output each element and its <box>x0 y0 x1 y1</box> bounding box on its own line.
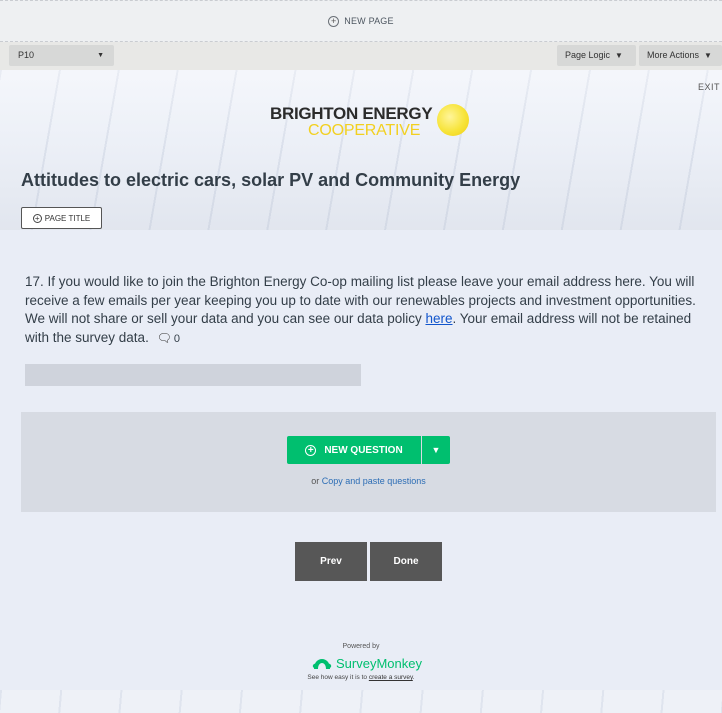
comment-count: 0 <box>173 332 180 345</box>
trailing-period: . <box>412 674 415 681</box>
comment-icon[interactable]: 🗨 <box>157 331 172 345</box>
see-how-easy-text: See how easy it is to create a survey. <box>0 674 722 681</box>
logo-line-2: COOPERATIVE <box>308 122 421 139</box>
new-question-panel: + NEW QUESTION ▼ or Copy and paste quest… <box>21 412 716 512</box>
page-title-label: PAGE TITLE <box>44 213 91 223</box>
caret-down-icon: ▼ <box>431 445 441 455</box>
new-page-bar[interactable]: + NEW PAGE <box>0 0 722 42</box>
copy-paste-link[interactable]: Copy and paste questions <box>322 476 426 486</box>
caret-down-icon: ▼ <box>704 51 712 60</box>
survey-title[interactable]: Attitudes to electric cars, solar PV and… <box>21 170 520 191</box>
page-select-value: P10 <box>18 50 35 60</box>
powered-by-text: Powered by <box>342 643 380 650</box>
see-easy-label: See how easy it is to <box>307 674 368 681</box>
page-logic-button[interactable]: Page Logic ▼ <box>557 45 636 66</box>
done-button[interactable]: Done <box>370 542 442 581</box>
caret-down-icon: ▼ <box>97 52 104 59</box>
page-select[interactable]: P10 ▼ <box>9 45 114 66</box>
background-strip <box>0 690 722 713</box>
surveymonkey-logo[interactable]: SurveyMonkey <box>312 654 422 672</box>
create-survey-link[interactable]: create a survey <box>369 674 413 681</box>
question-text[interactable]: 17. If you would like to join the Bright… <box>25 273 715 348</box>
plus-circle-icon: + <box>328 15 340 27</box>
caret-down-icon: ▼ <box>615 51 623 60</box>
new-question-label: NEW QUESTION <box>324 444 403 456</box>
plus-circle-icon: + <box>32 213 42 223</box>
page-toolbar: P10 ▼ Page Logic ▼ More Actions ▼ <box>0 42 722 70</box>
new-question-dropdown-button[interactable]: ▼ <box>422 436 450 464</box>
plus-circle-icon: + <box>305 444 317 456</box>
email-field[interactable] <box>25 364 361 386</box>
brighton-energy-logo: BRIGHTON ENERGY COOPERATIVE <box>270 104 480 144</box>
or-text: or <box>311 476 320 486</box>
data-policy-link[interactable]: here <box>425 311 452 326</box>
page-title-button[interactable]: + PAGE TITLE <box>21 207 102 229</box>
new-page-label[interactable]: NEW PAGE <box>344 16 393 26</box>
surveymonkey-brand: SurveyMonkey <box>336 655 422 671</box>
more-actions-label: More Actions <box>647 50 700 60</box>
copy-paste-line: or Copy and paste questions <box>21 476 716 486</box>
more-actions-button[interactable]: More Actions ▼ <box>639 45 722 66</box>
prev-button[interactable]: Prev <box>295 542 367 581</box>
logo-line-1: BRIGHTON ENERGY <box>270 104 433 123</box>
surveymonkey-icon <box>312 659 332 669</box>
survey-header: EXIT BRIGHTON ENERGY COOPERATIVE Attitud… <box>0 70 722 230</box>
exit-link[interactable]: EXIT <box>698 82 720 92</box>
page-logic-label: Page Logic <box>565 50 611 60</box>
new-question-button[interactable]: + NEW QUESTION <box>287 436 421 464</box>
